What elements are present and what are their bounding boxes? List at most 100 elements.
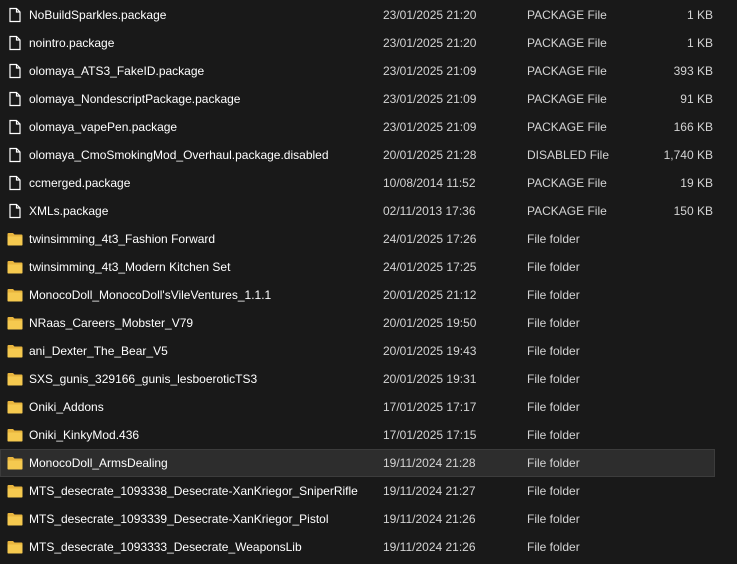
date-modified: 19/11/2024 21:27: [383, 484, 476, 498]
folder-row[interactable]: MTS_desecrate_1093339_Desecrate-XanKrieg…: [0, 505, 737, 533]
file-row[interactable]: olomaya_NondescriptPackage.package 23/01/…: [0, 85, 737, 113]
file-list: NoBuildSparkles.package 23/01/2025 21:20 P…: [0, 1, 737, 561]
folder-icon: [7, 232, 23, 248]
file-type: File folder: [527, 484, 580, 498]
file-icon: [8, 35, 22, 51]
file-row[interactable]: NoBuildSparkles.package 23/01/2025 21:20 P…: [0, 1, 737, 29]
date-modified: 20/01/2025 21:28: [383, 148, 477, 162]
file-type: File folder: [527, 400, 580, 414]
file-name: XMLs.package: [29, 204, 109, 218]
file-row[interactable]: ccmerged.package 10/08/2014 11:52 PACKAGE …: [0, 169, 737, 197]
date-modified: 23/01/2025 21:09: [383, 92, 477, 106]
file-name: olomaya_CmoSmokingMod_Overhaul.package.d…: [29, 148, 329, 162]
file-icon: [8, 7, 22, 23]
folder-icon: [7, 456, 23, 472]
file-icon: [8, 63, 22, 79]
file-type: PACKAGE File: [527, 8, 607, 22]
file-type: PACKAGE File: [527, 36, 607, 50]
folder-icon: [7, 344, 23, 360]
file-size: 91 KB: [680, 92, 713, 106]
folder-icon: [7, 316, 23, 332]
file-name: olomaya_NondescriptPackage.package: [29, 92, 241, 106]
file-name: MTS_desecrate_1093338_Desecrate-XanKrieg…: [29, 484, 358, 498]
file-size: 1 KB: [686, 36, 713, 50]
date-modified: 10/08/2014 11:52: [383, 176, 476, 190]
file-type: File folder: [527, 288, 580, 302]
folder-icon: [7, 400, 23, 416]
file-type: PACKAGE File: [527, 204, 607, 218]
file-name: twinsimming_4t3_Modern Kitchen Set: [29, 260, 231, 274]
file-row[interactable]: olomaya_vapePen.package 23/01/2025 21:09 P…: [0, 113, 737, 141]
date-modified: 19/11/2024 21:26: [383, 512, 476, 526]
folder-icon: [7, 372, 23, 388]
file-icon: [8, 203, 22, 219]
folder-icon: [7, 288, 23, 304]
folder-row[interactable]: Oniki_KinkyMod.436 17/01/2025 17:15 File f…: [0, 421, 737, 449]
file-row[interactable]: nointro.package 23/01/2025 21:20 PACKAGE F…: [0, 29, 737, 57]
file-size: 166 KB: [673, 120, 713, 134]
file-size: 393 KB: [673, 64, 713, 78]
date-modified: 20/01/2025 21:12: [383, 288, 477, 302]
date-modified: 23/01/2025 21:09: [383, 120, 477, 134]
folder-row[interactable]: ani_Dexter_The_Bear_V5 20/01/2025 19:43 Fi…: [0, 337, 737, 365]
file-name: MonocoDoll_MonocoDoll'sVileVentures_1.1.…: [29, 288, 272, 302]
file-type: File folder: [527, 428, 580, 442]
date-modified: 20/01/2025 19:31: [383, 372, 477, 386]
file-type: File folder: [527, 316, 580, 330]
folder-row[interactable]: MonocoDoll_MonocoDoll'sVileVentures_1.1.…: [0, 281, 737, 309]
folder-row[interactable]: MTS_desecrate_1093338_Desecrate-XanKrieg…: [0, 477, 737, 505]
file-row[interactable]: olomaya_ATS3_FakeID.package 23/01/2025 21…: [0, 57, 737, 85]
date-modified: 24/01/2025 17:25: [383, 260, 477, 274]
file-size: 1,740 KB: [663, 148, 713, 162]
folder-row[interactable]: twinsimming_4t3_Modern Kitchen Set 24/01/…: [0, 253, 737, 281]
folder-row[interactable]: MTS_desecrate_1093333_Desecrate_WeaponsL…: [0, 533, 737, 561]
file-row[interactable]: olomaya_CmoSmokingMod_Overhaul.package.d…: [0, 141, 737, 169]
file-icon: [8, 147, 22, 163]
file-row[interactable]: XMLs.package 02/11/2013 17:36 PACKAGE File…: [0, 197, 737, 225]
date-modified: 19/11/2024 21:26: [383, 540, 476, 554]
folder-row[interactable]: twinsimming_4t3_Fashion Forward 24/01/202…: [0, 225, 737, 253]
date-modified: 20/01/2025 19:43: [383, 344, 477, 358]
file-name: olomaya_ATS3_FakeID.package: [29, 64, 205, 78]
file-name: MTS_desecrate_1093339_Desecrate-XanKrieg…: [29, 512, 329, 526]
date-modified: 20/01/2025 19:50: [383, 316, 477, 330]
date-modified: 23/01/2025 21:20: [383, 8, 477, 22]
file-icon: [8, 119, 22, 135]
file-name: nointro.package: [29, 36, 115, 50]
folder-row[interactable]: NRaas_Careers_Mobster_V79 20/01/2025 19:5…: [0, 309, 737, 337]
file-name: SXS_gunis_329166_gunis_lesboeroticTS3: [29, 372, 258, 386]
folder-icon: [7, 512, 23, 528]
date-modified: 02/11/2013 17:36: [383, 204, 476, 218]
file-type: PACKAGE File: [527, 92, 607, 106]
folder-icon: [7, 540, 23, 556]
folder-icon: [7, 260, 23, 276]
date-modified: 17/01/2025 17:17: [383, 400, 477, 414]
folder-row[interactable]: Oniki_Addons 17/01/2025 17:17 File folder: [0, 393, 737, 421]
file-type: File folder: [527, 260, 580, 274]
file-name: NRaas_Careers_Mobster_V79: [29, 316, 194, 330]
file-type: File folder: [527, 344, 580, 358]
file-size: 19 KB: [680, 176, 713, 190]
folder-icon: [7, 428, 23, 444]
file-icon: [8, 175, 22, 191]
file-type: File folder: [527, 232, 580, 246]
file-name: twinsimming_4t3_Fashion Forward: [29, 232, 216, 246]
file-name: Oniki_Addons: [29, 400, 104, 414]
file-type: PACKAGE File: [527, 176, 607, 190]
file-type: PACKAGE File: [527, 64, 607, 78]
file-type: File folder: [527, 456, 580, 470]
folder-row[interactable]: SXS_gunis_329166_gunis_lesboeroticTS3 20/…: [0, 365, 737, 393]
file-name: MonocoDoll_ArmsDealing: [29, 456, 168, 470]
date-modified: 23/01/2025 21:20: [383, 36, 477, 50]
file-name: MTS_desecrate_1093333_Desecrate_WeaponsL…: [29, 540, 302, 554]
file-name: ani_Dexter_The_Bear_V5: [29, 344, 168, 358]
date-modified: 24/01/2025 17:26: [383, 232, 477, 246]
file-name: Oniki_KinkyMod.436: [29, 428, 140, 442]
date-modified: 19/11/2024 21:28: [383, 456, 476, 470]
folder-row[interactable]: MonocoDoll_ArmsDealing 19/11/2024 21:28 Fi…: [0, 449, 715, 477]
file-type: File folder: [527, 512, 580, 526]
file-name: olomaya_vapePen.package: [29, 120, 178, 134]
folder-icon: [7, 484, 23, 500]
file-size: 1 KB: [686, 8, 713, 22]
file-type: File folder: [527, 372, 580, 386]
